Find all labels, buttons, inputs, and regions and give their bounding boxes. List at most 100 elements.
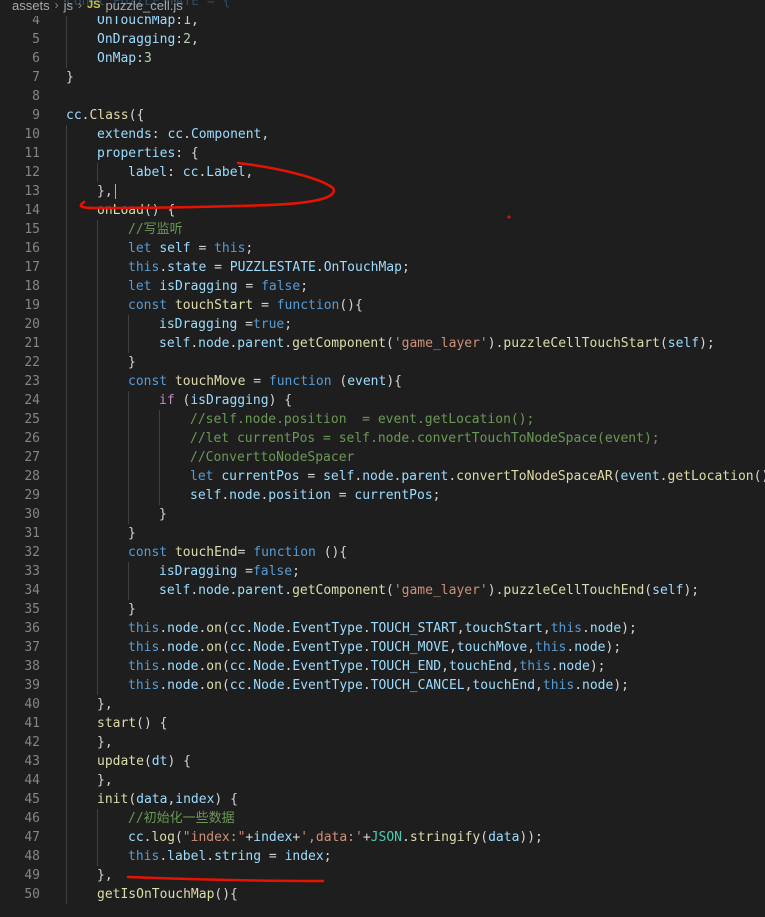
code-line[interactable]: 49},	[0, 866, 765, 885]
javascript-file-icon: JS	[86, 0, 101, 11]
indent-guide	[66, 353, 67, 372]
code-line[interactable]: 33 isDragging =false;	[0, 562, 765, 581]
code-line[interactable]: 43 update(dt) {	[0, 752, 765, 771]
line-number: 47	[24, 830, 40, 845]
indent-guide	[66, 201, 67, 220]
code-token: this	[550, 621, 583, 636]
code-token: isDragging	[159, 317, 238, 332]
code-token: extends	[97, 127, 152, 142]
code-line[interactable]: 26 //let currentPos = self.node.convertTo…	[0, 429, 765, 448]
code-line[interactable]: 6 OnMap:3	[0, 49, 765, 68]
code-line[interactable]: 22}	[0, 353, 765, 372]
code-token: ());	[753, 469, 765, 484]
indent-guide	[66, 828, 67, 847]
indent-guide	[66, 809, 67, 828]
line-number: 29	[24, 488, 40, 503]
code-line[interactable]: 35}	[0, 600, 765, 619]
code-line[interactable]: 31}	[0, 524, 765, 543]
code-token: (){	[315, 545, 348, 560]
indent-guide	[66, 296, 67, 315]
code-line[interactable]: 28 let currentPos = self.node.parent.conv…	[0, 467, 765, 486]
code-line[interactable]: 20 isDragging =true;	[0, 315, 765, 334]
code-line[interactable]: 45 init(data,index) {	[0, 790, 765, 809]
code-line[interactable]: 32 const touchEnd= function (){	[0, 543, 765, 562]
code-line[interactable]: 40},	[0, 695, 765, 714]
code-line[interactable]: 50 getIsOnTouchMap(){	[0, 885, 765, 904]
code-line[interactable]: 16 let self = this;	[0, 239, 765, 258]
code-line[interactable]: 47 cc.log("index:"+index+',data:'+JSON.st…	[0, 828, 765, 847]
code-line[interactable]: 29 self.node.position = currentPos;	[0, 486, 765, 505]
line-number: 9	[32, 108, 40, 123]
code-line[interactable]: 44},	[0, 771, 765, 790]
code-token: .	[315, 260, 324, 275]
code-line[interactable]: 11 properties: {	[0, 144, 765, 163]
code-line[interactable]: 27 //ConverttoNodeSpacer	[0, 448, 765, 467]
code-line[interactable]: 39 this.node.on(cc.Node.EventType.TOUCH_C…	[0, 676, 765, 695]
code-line[interactable]: 37 this.node.on(cc.Node.EventType.TOUCH_M…	[0, 638, 765, 657]
indent-guide	[66, 391, 67, 410]
code-token: EventType	[292, 621, 363, 636]
indent-guide	[128, 486, 129, 505]
code-token: OnTouchMap	[323, 260, 402, 275]
indent-guide	[66, 486, 67, 505]
code-line[interactable]: 12 label: cc.Label,	[0, 163, 765, 182]
code-line[interactable]: 42},	[0, 733, 765, 752]
code-token: stringify	[409, 830, 481, 845]
code-token: node	[167, 621, 199, 636]
line-number: 37	[24, 640, 40, 655]
line-number: 43	[24, 754, 40, 769]
indent-guide	[128, 581, 129, 600]
indent-guide	[97, 524, 98, 543]
code-text: }	[128, 524, 136, 543]
code-line[interactable]: 17 this.state = PUZZLESTATE.OnTouchMap;	[0, 258, 765, 277]
code-token: ,	[245, 165, 254, 180]
indent-guide	[66, 600, 67, 619]
code-token: this	[128, 621, 160, 636]
code-token: ({	[128, 108, 145, 123]
breadcrumb-item-file[interactable]: puzzle_cell.js	[105, 0, 182, 13]
code-token: currentPos	[221, 469, 300, 484]
code-text: update(dt) {	[97, 752, 191, 771]
indent-guide	[97, 258, 98, 277]
code-line[interactable]: 5 OnDragging:2,	[0, 30, 765, 49]
code-line[interactable]: 46 //初始化一些数据	[0, 809, 765, 828]
code-token: touchEnd	[174, 545, 238, 560]
code-token: isDragging	[159, 279, 238, 294]
code-text: },	[97, 695, 113, 714]
code-token: ,	[542, 621, 551, 636]
breadcrumb-item-assets[interactable]: assets	[12, 0, 50, 13]
code-line[interactable]: 18 let isDragging = false;	[0, 277, 765, 296]
code-line[interactable]: 15 //写监听	[0, 220, 765, 239]
code-editor[interactable]: 4 OnTouchMap:1, 5 OnDragging:2, 6 OnMap:3 7} 8 9…	[0, 11, 765, 904]
code-token: =	[237, 564, 253, 579]
code-line[interactable]: 13},	[0, 182, 765, 201]
line-number: 6	[32, 51, 40, 66]
code-text: let isDragging = false;	[128, 277, 308, 296]
code-text: self.node.position = currentPos;	[190, 486, 441, 505]
line-number: 18	[24, 279, 40, 294]
code-line[interactable]: 34 self.node.parent.getComponent('game_la…	[0, 581, 765, 600]
code-token: :	[167, 165, 183, 180]
code-line[interactable]: 10 extends: cc.Component,	[0, 125, 765, 144]
code-token: ,	[441, 659, 449, 674]
code-line[interactable]: 25 //self.node.position = event.getLocati…	[0, 410, 765, 429]
code-line[interactable]: 30}	[0, 505, 765, 524]
code-line[interactable]: 19 const touchStart = function(){	[0, 296, 765, 315]
code-line[interactable]: 23 const touchMove = function (event){	[0, 372, 765, 391]
code-line[interactable]: 21 self.node.parent.getComponent('game_la…	[0, 334, 765, 353]
code-token: ;	[292, 564, 300, 579]
breadcrumb-item-js[interactable]: js	[64, 0, 73, 13]
code-token: ){	[386, 374, 402, 389]
code-line[interactable]: 38 this.node.on(cc.Node.EventType.TOUCH_E…	[0, 657, 765, 676]
code-line[interactable]: 36 this.node.on(cc.Node.EventType.TOUCH_S…	[0, 619, 765, 638]
code-line[interactable]: 24 if (isDragging) {	[0, 391, 765, 410]
code-line[interactable]: 7}	[0, 68, 765, 87]
code-line[interactable]: 14 onLoad() {	[0, 201, 765, 220]
code-token: init	[97, 792, 129, 807]
code-token: () {	[143, 203, 176, 218]
code-line[interactable]: 48 this.label.string = index;	[0, 847, 765, 866]
code-line[interactable]: 8	[0, 87, 765, 106]
code-token: OnDragging	[97, 32, 176, 47]
code-line[interactable]: 41 start() {	[0, 714, 765, 733]
code-line[interactable]: 9 cc.Class({	[0, 106, 765, 125]
